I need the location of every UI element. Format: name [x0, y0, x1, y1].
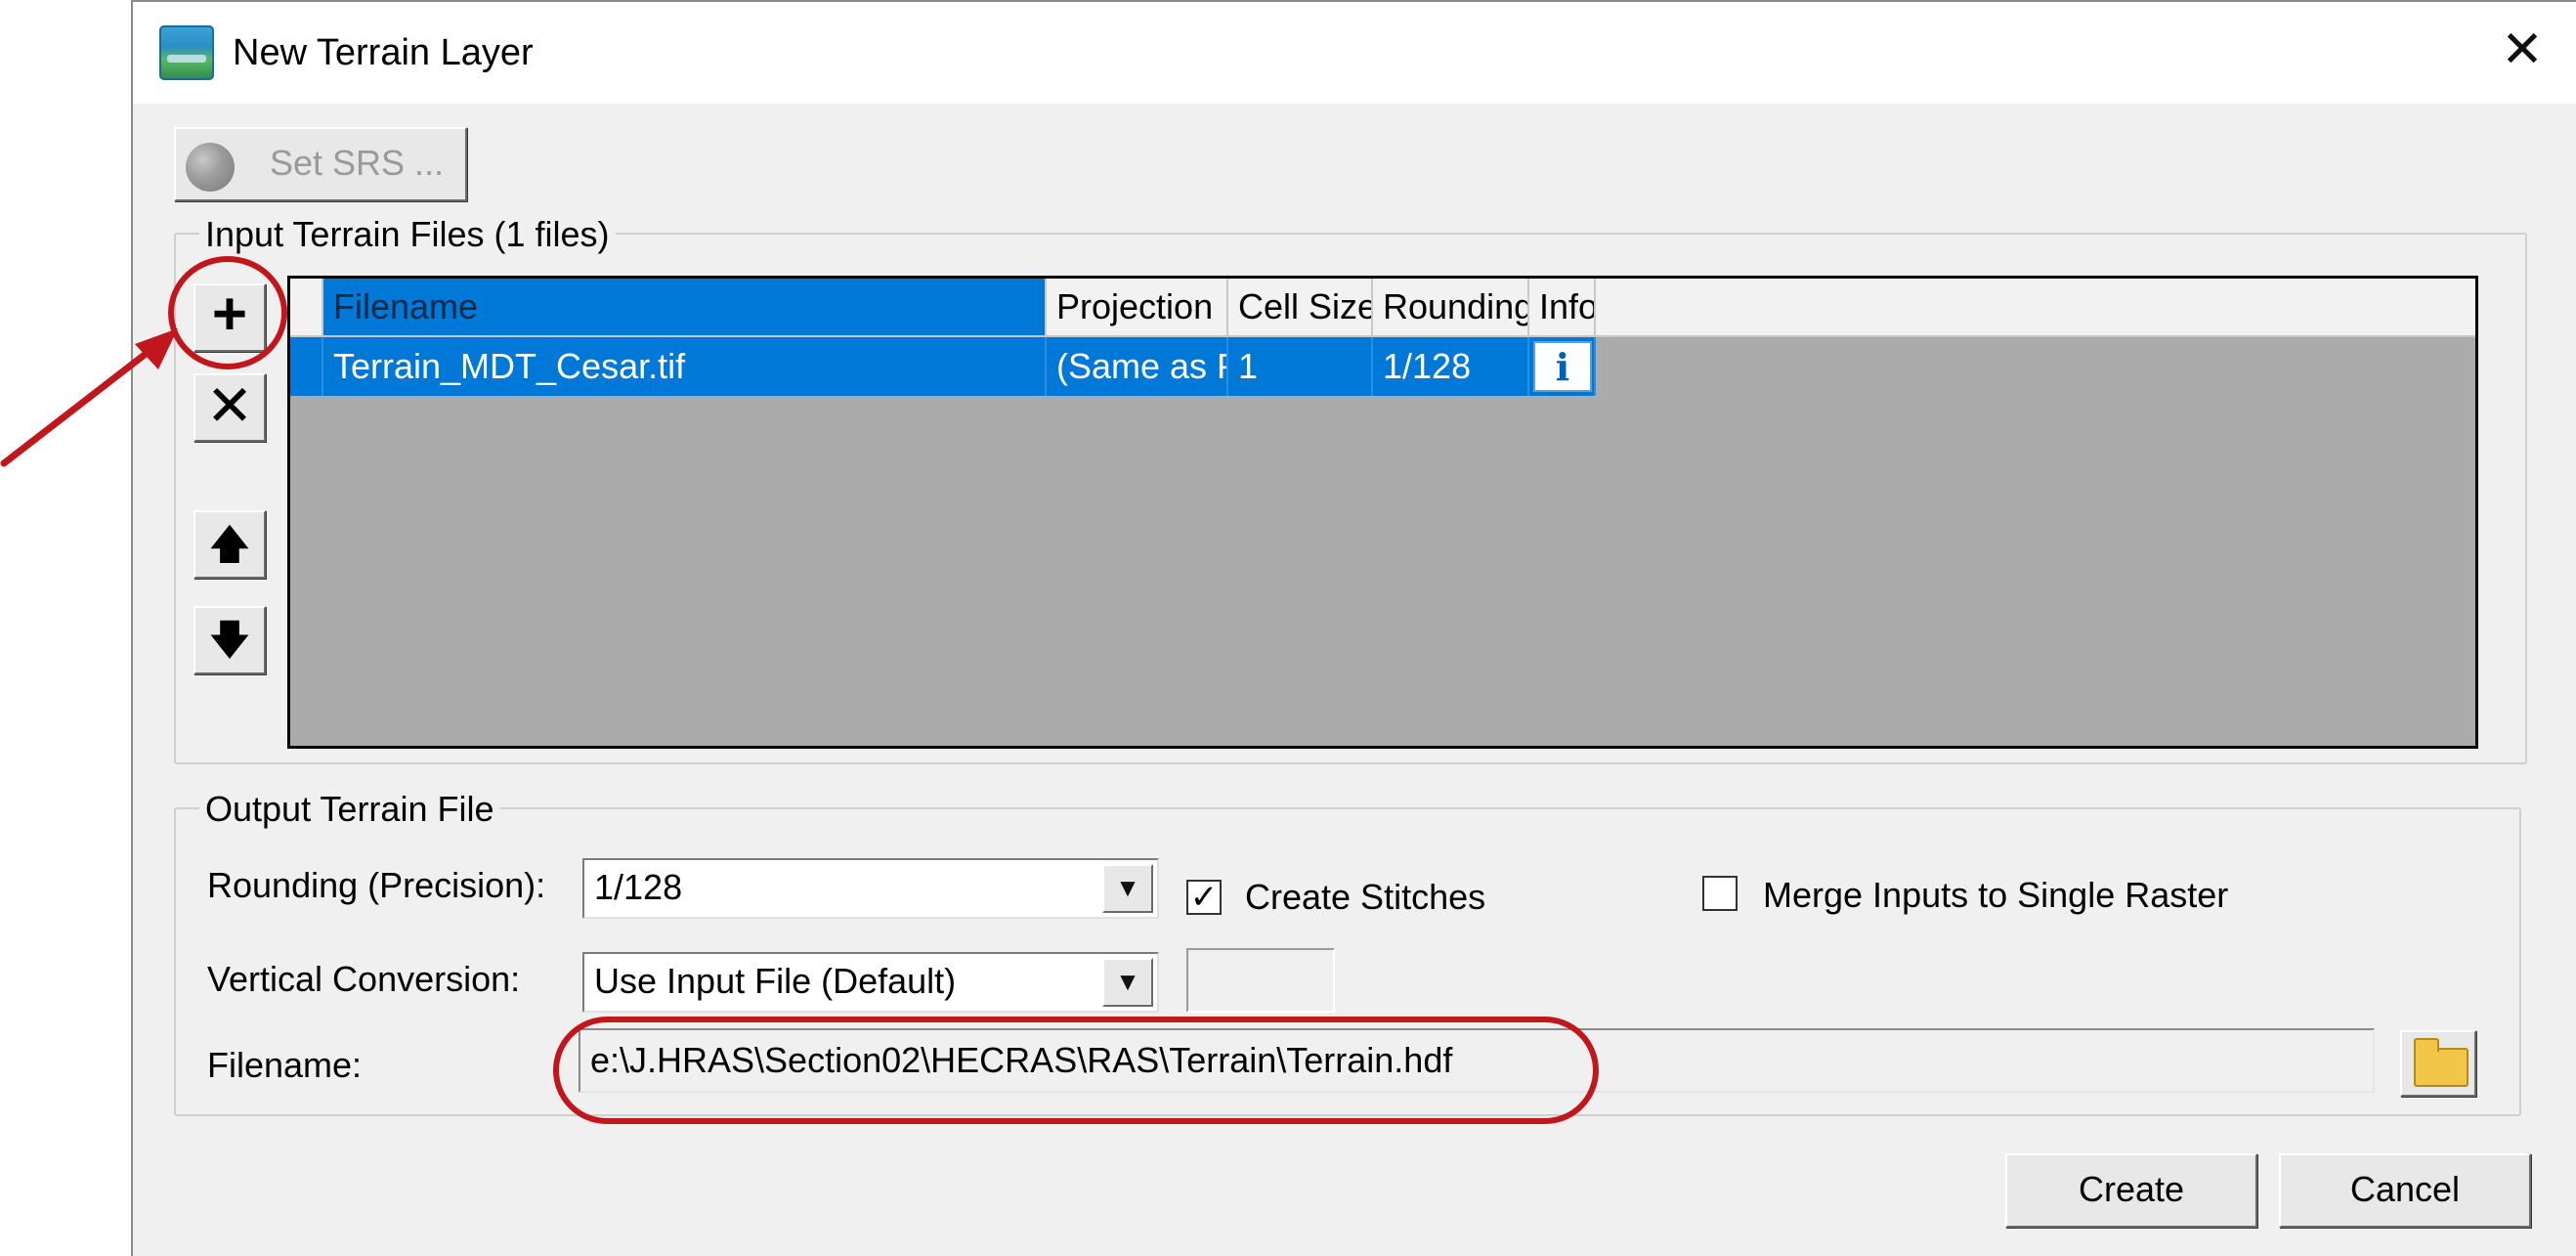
vertical-conversion-select-value: Use Input File (Default) [594, 961, 957, 1001]
rounding-label: Rounding (Precision): [207, 865, 546, 905]
merge-inputs-checkbox[interactable] [1702, 876, 1738, 911]
vertical-conversion-label: Vertical Conversion: [207, 959, 521, 999]
column-header-info[interactable]: Info [1529, 279, 1596, 337]
remove-file-button[interactable]: ✕ [193, 373, 266, 442]
annotation-arrow [0, 328, 178, 467]
checkmark-icon: ✓ [1189, 879, 1219, 916]
rounding-select-value: 1/128 [594, 867, 683, 907]
row-selector[interactable] [290, 337, 323, 396]
terrain-app-icon [159, 25, 214, 80]
folder-open-icon [2414, 1038, 2469, 1087]
move-up-button[interactable]: 🡅 [193, 510, 266, 579]
cell-projection[interactable]: (Same as Project) [1047, 337, 1228, 396]
close-button[interactable]: ✕ [2492, 20, 2553, 80]
chevron-down-icon[interactable]: ▼ [1102, 958, 1153, 1007]
rounding-select[interactable]: 1/128 ▼ [582, 858, 1159, 919]
cancel-button[interactable]: Cancel [2279, 1153, 2531, 1228]
column-header-rounding[interactable]: Rounding [1373, 279, 1529, 337]
globe-icon [186, 143, 235, 192]
input-terrain-files-legend: Input Terrain Files (1 files) [199, 213, 616, 256]
create-button[interactable]: Create [2005, 1153, 2257, 1228]
cell-rounding[interactable]: 1/128 [1373, 337, 1529, 396]
merge-inputs-label: Merge Inputs to Single Raster [1763, 875, 2229, 915]
info-button[interactable]: i [1533, 341, 1592, 392]
chevron-down-icon[interactable]: ▼ [1102, 864, 1153, 913]
move-down-button[interactable]: 🡇 [193, 606, 266, 674]
window-title: New Terrain Layer [233, 32, 534, 73]
row-header-corner [290, 279, 323, 337]
annotation-oval-filename [553, 1017, 1599, 1124]
column-header-filename[interactable]: Filename [323, 279, 1047, 337]
terrain-files-grid: Filename Projection Cell Size Rounding I… [287, 276, 2478, 749]
browse-button[interactable] [2400, 1030, 2476, 1097]
create-stitches-checkbox[interactable]: ✓ [1186, 880, 1222, 915]
vertical-extra-field [1186, 948, 1335, 1013]
column-header-projection[interactable]: Projection [1047, 279, 1228, 337]
filename-label: Filename: [207, 1045, 363, 1085]
header-filler [1596, 279, 2475, 337]
output-terrain-file-legend: Output Terrain File [199, 788, 500, 831]
cell-cell-size[interactable]: 1 [1228, 337, 1373, 396]
vertical-conversion-select[interactable]: Use Input File (Default) ▼ [582, 952, 1159, 1013]
annotation-circle-add-button [168, 256, 287, 369]
create-stitches-label: Create Stitches [1245, 877, 1486, 917]
cell-filename[interactable]: Terrain_MDT_Cesar.tif [323, 337, 1047, 396]
column-header-cell-size[interactable]: Cell Size [1228, 279, 1373, 337]
